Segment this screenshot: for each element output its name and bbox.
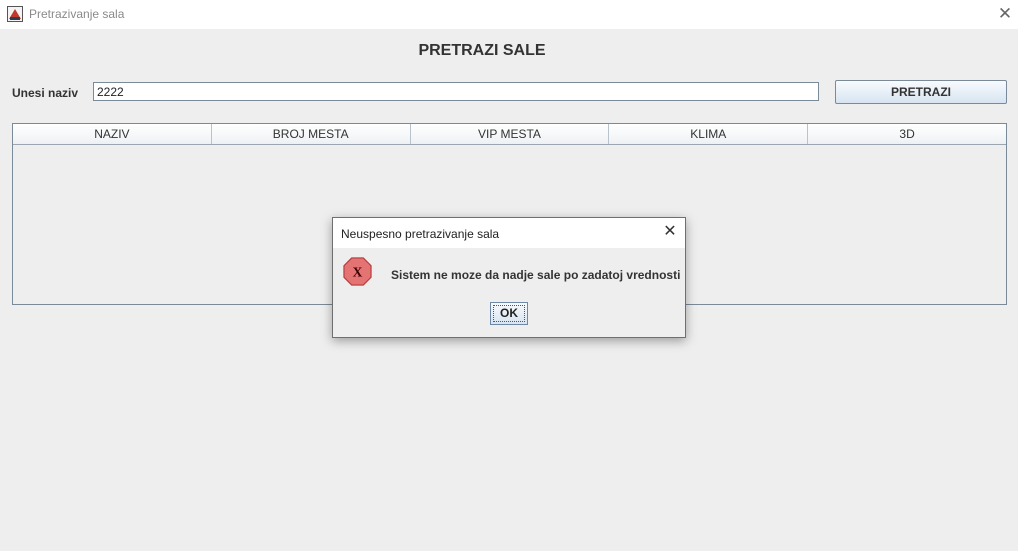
- window-titlebar: Pretrazivanje sala ✕: [0, 0, 1018, 29]
- column-header-vip-mesta[interactable]: VIP MESTA: [410, 124, 610, 144]
- error-icon: X: [343, 257, 372, 286]
- dialog-titlebar: Neuspesno pretrazivanje sala ✕: [333, 218, 685, 248]
- window-title: Pretrazivanje sala: [29, 7, 125, 21]
- dialog-close-icon[interactable]: ✕: [661, 223, 679, 241]
- naziv-input[interactable]: [93, 82, 819, 101]
- dialog-title: Neuspesno pretrazivanje sala: [341, 227, 500, 241]
- page-title: PRETRAZI SALE: [418, 42, 546, 59]
- column-header-3d[interactable]: 3D: [808, 124, 1006, 144]
- window-close-icon[interactable]: ✕: [996, 5, 1014, 23]
- ok-button[interactable]: OK: [490, 302, 528, 325]
- app-icon: [7, 6, 23, 22]
- column-header-naziv[interactable]: NAZIV: [13, 124, 212, 144]
- error-icon-glyph: X: [353, 264, 363, 279]
- column-header-broj-mesta[interactable]: BROJ MESTA: [211, 124, 411, 144]
- error-dialog: Neuspesno pretrazivanje sala ✕ X Sistem …: [332, 217, 686, 338]
- dialog-message: Sistem ne moze da nadje sale po zadatoj …: [391, 268, 681, 282]
- search-button[interactable]: PRETRAZI: [835, 80, 1007, 104]
- naziv-label: Unesi naziv: [12, 86, 79, 100]
- column-header-klima[interactable]: KLIMA: [609, 124, 809, 144]
- table-header: NAZIV BROJ MESTA VIP MESTA KLIMA 3D: [13, 124, 1006, 145]
